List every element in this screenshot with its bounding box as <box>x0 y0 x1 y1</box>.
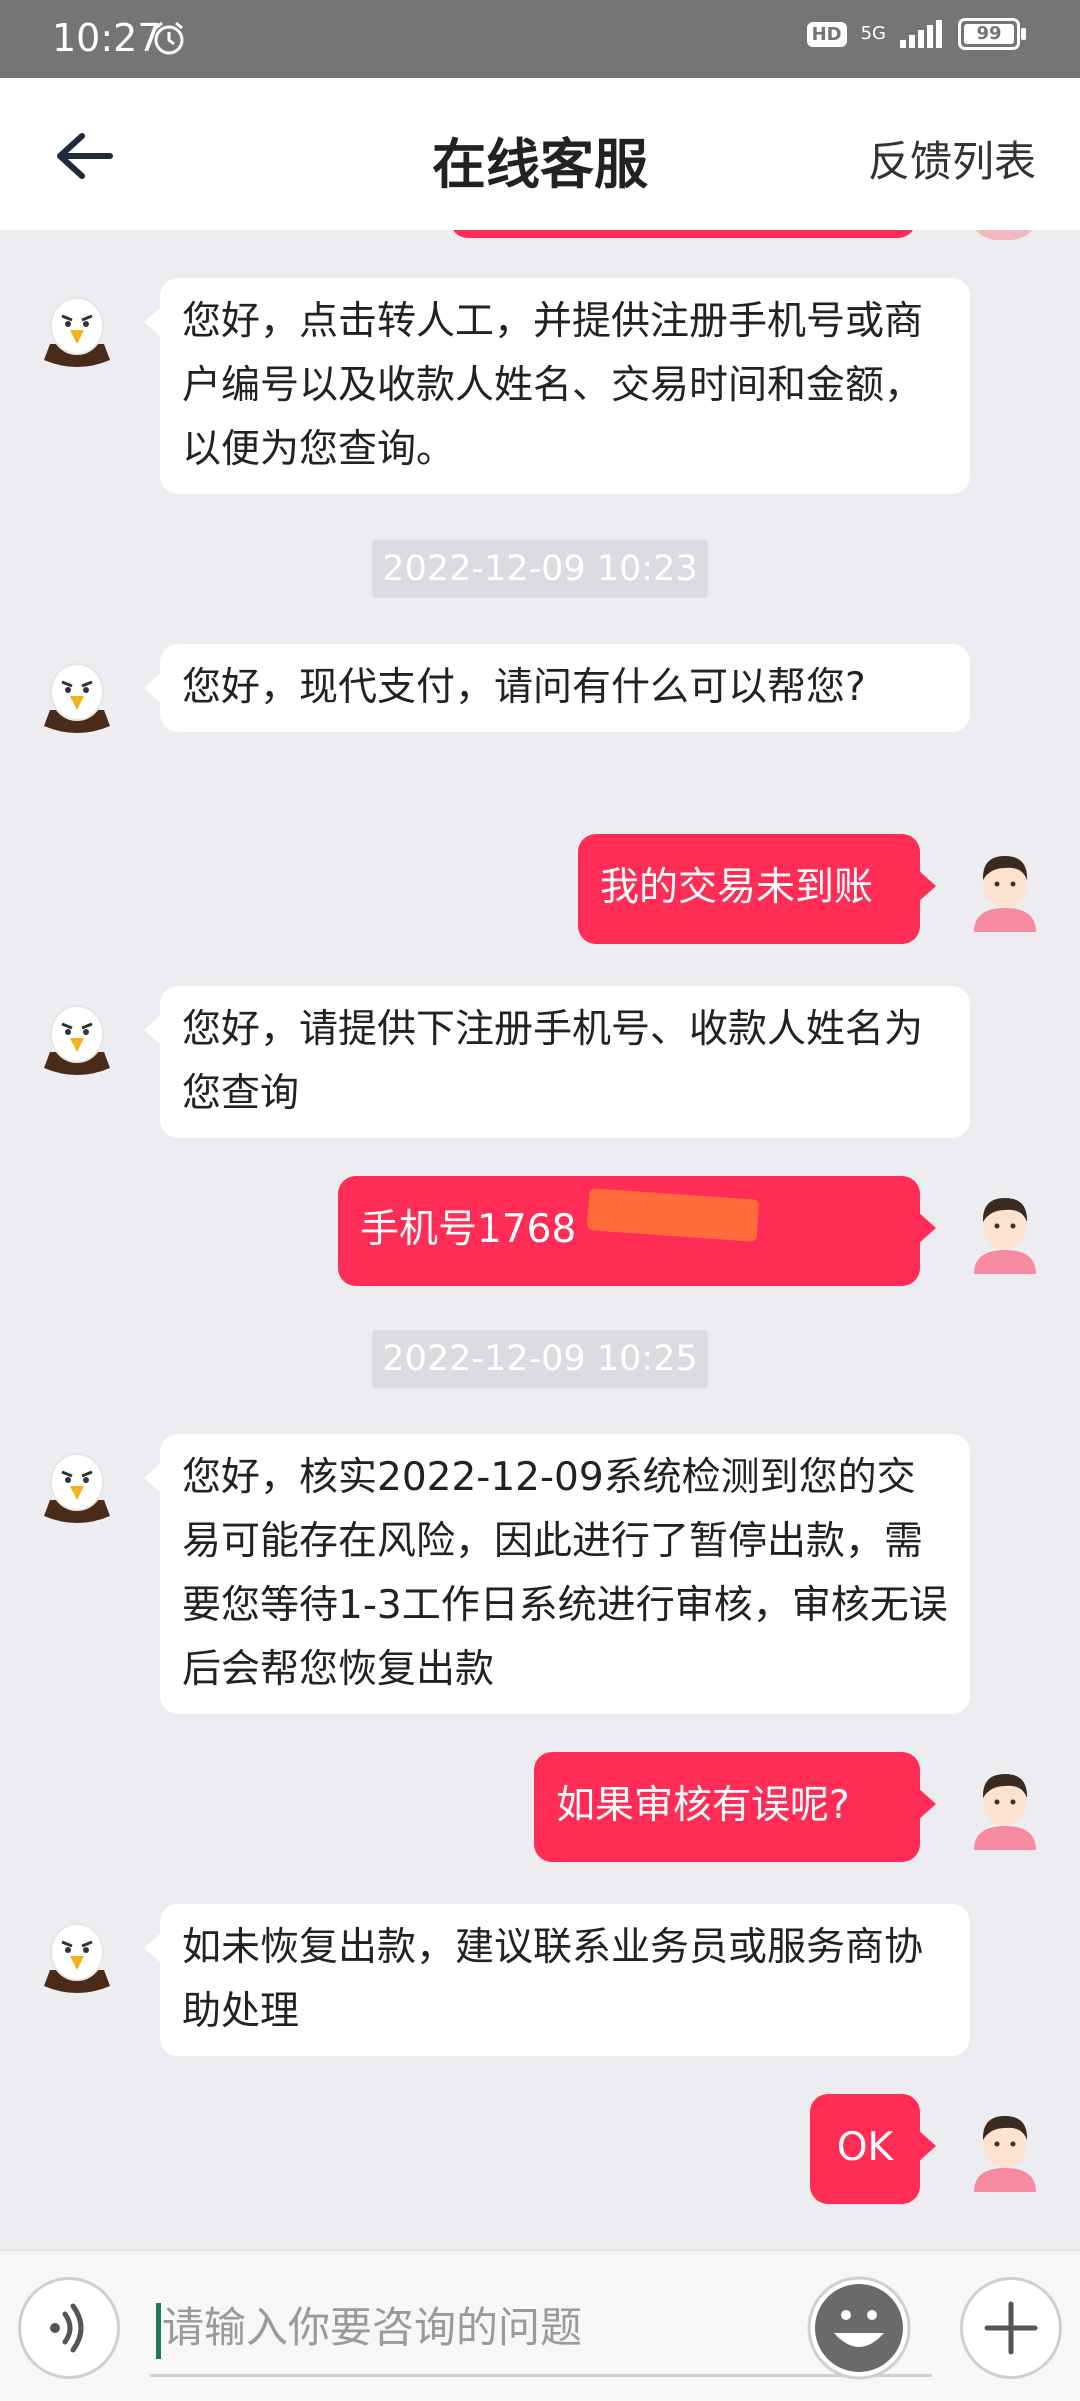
partial-user-avatar <box>968 230 1040 240</box>
status-bar: 10:27 HD 5G 99 <box>0 0 1080 78</box>
battery-level: 99 <box>976 23 1002 44</box>
user-message-bubble: 手机号1768 <box>338 1176 936 1286</box>
agent-message-bubble: 您好，请提供下注册手机号、收款人姓名为您查询 <box>144 986 970 1138</box>
text-cursor <box>156 2303 161 2359</box>
agent-message-bubble: 您好，点击转人工，并提供注册手机号或商户编号以及收款人姓名、交易时间和金额，以便… <box>144 278 970 494</box>
user-message-bubble: OK <box>810 2094 936 2204</box>
header: 在线客服 反馈列表 <box>0 78 1080 230</box>
redaction-mark <box>586 1188 760 1242</box>
agent-message-bubble: 您好，核实2022-12-09系统检测到您的交易可能存在风险，因此进行了暂停出款… <box>144 1434 970 1714</box>
feedback-list-link[interactable]: 反馈列表 <box>868 128 1036 189</box>
timestamp: 2022-12-09 10:23 <box>372 540 708 598</box>
user-avatar-icon <box>974 1774 1036 1850</box>
user-avatar-icon <box>974 1198 1036 1274</box>
eagle-avatar-icon <box>44 297 110 367</box>
user-message-bubble: 我的交易未到账 <box>578 834 936 944</box>
eagle-avatar-icon <box>44 1005 110 1075</box>
voice-button[interactable] <box>18 2277 120 2379</box>
user-avatar-icon <box>974 2116 1036 2192</box>
eagle-avatar-icon <box>44 663 110 733</box>
user-message-text: 手机号1768 <box>360 1207 577 1252</box>
status-time: 10:27 <box>52 16 162 60</box>
timestamp: 2022-12-09 10:25 <box>372 1330 708 1388</box>
voice-icon <box>50 2303 84 2353</box>
input-bar <box>0 2250 1080 2401</box>
hd-badge: HD <box>806 21 847 47</box>
eagle-avatar-icon <box>44 1923 110 1993</box>
agent-message-bubble: 您好，现代支付，请问有什么可以帮您? <box>144 644 970 732</box>
status-indicators: HD 5G 99 <box>806 18 1026 50</box>
battery-icon: 99 <box>958 18 1026 50</box>
user-message-bubble: 如果审核有误呢? <box>534 1752 936 1862</box>
chat-area[interactable]: 您好，点击转人工，并提供注册手机号或商户编号以及收款人姓名、交易时间和金额，以便… <box>0 230 1080 2250</box>
user-avatar-icon <box>974 856 1036 932</box>
more-button[interactable] <box>960 2277 1062 2379</box>
agent-message-bubble: 如未恢复出款，建议联系业务员或服务商协助处理 <box>144 1904 970 2056</box>
emoji-icon[interactable] <box>806 2275 912 2381</box>
partial-user-bubble <box>450 230 916 238</box>
plus-icon <box>984 2301 1038 2355</box>
alarm-icon <box>154 21 184 55</box>
network-label: 5G <box>860 23 886 44</box>
signal-icon <box>900 20 942 48</box>
eagle-avatar-icon <box>44 1453 110 1523</box>
